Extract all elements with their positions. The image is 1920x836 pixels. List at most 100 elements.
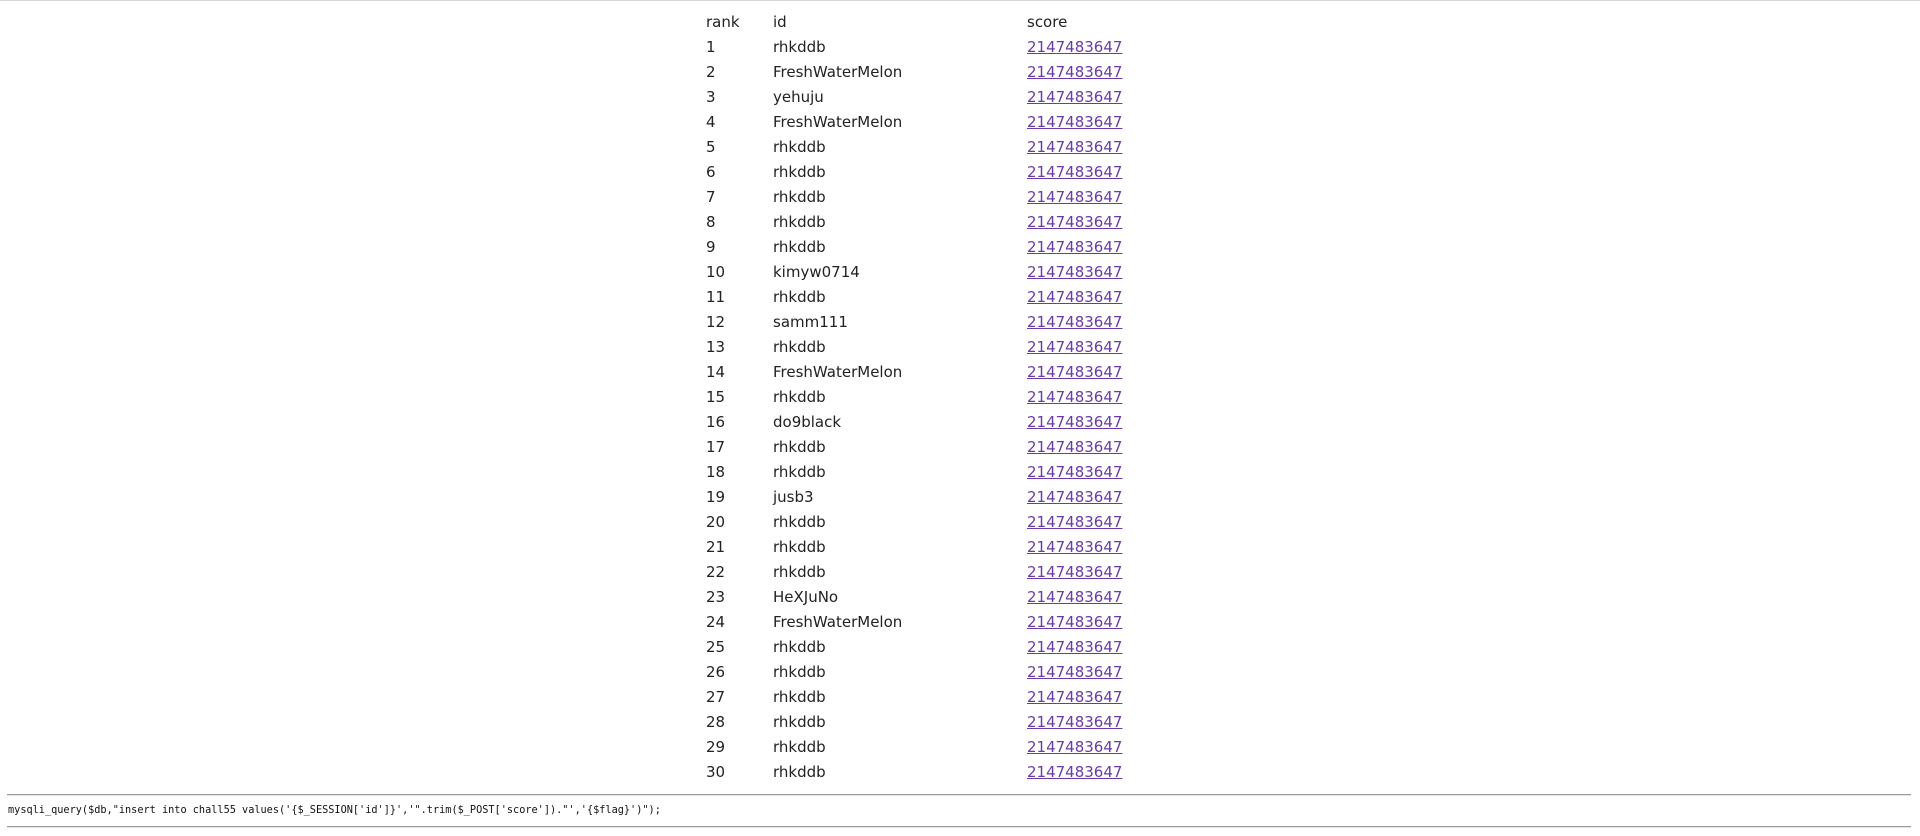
score-cell: 2147483647 — [1025, 685, 1149, 710]
score-link[interactable]: 2147483647 — [1027, 613, 1122, 631]
id-cell: rhkddb — [773, 713, 826, 731]
rank-cell: 25 — [706, 638, 726, 656]
id-cell: rhkddb — [773, 688, 826, 706]
id-cell: rhkddb — [773, 188, 826, 206]
rank-cell: 1 — [706, 38, 716, 56]
score-cell: 2147483647 — [1025, 185, 1149, 210]
table-row: 3 yehuju 2147483647 — [704, 85, 1149, 110]
id-cell: rhkddb — [773, 538, 826, 556]
score-link[interactable]: 2147483647 — [1027, 163, 1122, 181]
score-link[interactable]: 2147483647 — [1027, 213, 1122, 231]
score-link[interactable]: 2147483647 — [1027, 413, 1122, 431]
table-row: 10 kimyw0714 2147483647 — [704, 260, 1149, 285]
score-cell: 2147483647 — [1025, 310, 1149, 335]
score-link[interactable]: 2147483647 — [1027, 38, 1122, 56]
id-cell: rhkddb — [773, 638, 826, 656]
rank-cell: 28 — [706, 713, 726, 731]
score-link[interactable]: 2147483647 — [1027, 663, 1122, 681]
rank-cell: 12 — [706, 313, 726, 331]
id-cell: rhkddb — [773, 513, 826, 531]
rank-cell: 15 — [706, 388, 726, 406]
score-link[interactable]: 2147483647 — [1027, 763, 1122, 781]
id-cell: rhkddb — [773, 738, 826, 756]
score-cell: 2147483647 — [1025, 210, 1149, 235]
score-link[interactable]: 2147483647 — [1027, 388, 1122, 406]
ranking-body: 1 rhkddb 2147483647 2 FreshWaterMelon 2147483… — [704, 35, 1149, 785]
score-cell: 2147483647 — [1025, 460, 1149, 485]
table-row: 28 rhkddb 2147483647 — [704, 710, 1149, 735]
ranking-table: rank id score 1 rhkddb 2147483647 2 FreshWat… — [704, 10, 1149, 785]
rank-cell: 30 — [706, 763, 726, 781]
score-link[interactable]: 2147483647 — [1027, 363, 1122, 381]
score-link[interactable]: 2147483647 — [1027, 563, 1122, 581]
score-cell: 2147483647 — [1025, 335, 1149, 360]
score-link[interactable]: 2147483647 — [1027, 588, 1122, 606]
table-row: 17 rhkddb 2147483647 — [704, 435, 1149, 460]
rank-cell: 21 — [706, 538, 726, 556]
source-code-line: mysqli_query($db,"insert into chall55 va… — [8, 803, 661, 816]
rank-cell: 27 — [706, 688, 726, 706]
score-cell: 2147483647 — [1025, 535, 1149, 560]
score-cell: 2147483647 — [1025, 85, 1149, 110]
id-cell: rhkddb — [773, 38, 826, 56]
score-link[interactable]: 2147483647 — [1027, 188, 1122, 206]
score-link[interactable]: 2147483647 — [1027, 488, 1122, 506]
rank-cell: 17 — [706, 438, 726, 456]
score-link[interactable]: 2147483647 — [1027, 63, 1122, 81]
score-link[interactable]: 2147483647 — [1027, 288, 1122, 306]
score-cell: 2147483647 — [1025, 285, 1149, 310]
score-cell: 2147483647 — [1025, 160, 1149, 185]
score-link[interactable]: 2147483647 — [1027, 538, 1122, 556]
score-link[interactable]: 2147483647 — [1027, 688, 1122, 706]
id-cell: samm111 — [773, 313, 848, 331]
score-link[interactable]: 2147483647 — [1027, 463, 1122, 481]
score-cell: 2147483647 — [1025, 485, 1149, 510]
table-row: 9 rhkddb 2147483647 — [704, 235, 1149, 260]
score-link[interactable]: 2147483647 — [1027, 88, 1122, 106]
score-link[interactable]: 2147483647 — [1027, 638, 1122, 656]
score-link[interactable]: 2147483647 — [1027, 713, 1122, 731]
table-row: 6 rhkddb 2147483647 — [704, 160, 1149, 185]
id-cell: rhkddb — [773, 238, 826, 256]
score-cell: 2147483647 — [1025, 385, 1149, 410]
id-cell: FreshWaterMelon — [773, 113, 903, 131]
score-link[interactable]: 2147483647 — [1027, 113, 1122, 131]
id-cell: FreshWaterMelon — [773, 613, 903, 631]
score-link[interactable]: 2147483647 — [1027, 338, 1122, 356]
rank-cell: 11 — [706, 288, 726, 306]
table-row: 2 FreshWaterMelon 2147483647 — [704, 60, 1149, 85]
table-row: 30 rhkddb 2147483647 — [704, 760, 1149, 785]
score-cell: 2147483647 — [1025, 735, 1149, 760]
score-link[interactable]: 2147483647 — [1027, 513, 1122, 531]
id-cell: rhkddb — [773, 563, 826, 581]
score-link[interactable]: 2147483647 — [1027, 438, 1122, 456]
score-link[interactable]: 2147483647 — [1027, 138, 1122, 156]
score-cell: 2147483647 — [1025, 235, 1149, 260]
score-cell: 2147483647 — [1025, 560, 1149, 585]
id-cell: rhkddb — [773, 213, 826, 231]
rank-cell: 4 — [706, 113, 716, 131]
table-row: 25 rhkddb 2147483647 — [704, 635, 1149, 660]
table-row: 29 rhkddb 2147483647 — [704, 735, 1149, 760]
score-link[interactable]: 2147483647 — [1027, 313, 1122, 331]
table-row: 11 rhkddb 2147483647 — [704, 285, 1149, 310]
id-cell: FreshWaterMelon — [773, 363, 903, 381]
id-cell: rhkddb — [773, 138, 826, 156]
header-id: id — [773, 13, 787, 31]
table-row: 15 rhkddb 2147483647 — [704, 385, 1149, 410]
rank-cell: 16 — [706, 413, 726, 431]
score-link[interactable]: 2147483647 — [1027, 238, 1122, 256]
rank-cell: 20 — [706, 513, 726, 531]
rank-cell: 9 — [706, 238, 716, 256]
score-link[interactable]: 2147483647 — [1027, 263, 1122, 281]
table-row: 13 rhkddb 2147483647 — [704, 335, 1149, 360]
header-score: score — [1027, 13, 1068, 31]
code-divider-bottom — [7, 826, 1911, 828]
score-link[interactable]: 2147483647 — [1027, 738, 1122, 756]
score-cell: 2147483647 — [1025, 360, 1149, 385]
rank-cell: 26 — [706, 663, 726, 681]
rank-cell: 8 — [706, 213, 716, 231]
id-cell: rhkddb — [773, 438, 826, 456]
score-cell: 2147483647 — [1025, 635, 1149, 660]
table-row: 12 samm111 2147483647 — [704, 310, 1149, 335]
